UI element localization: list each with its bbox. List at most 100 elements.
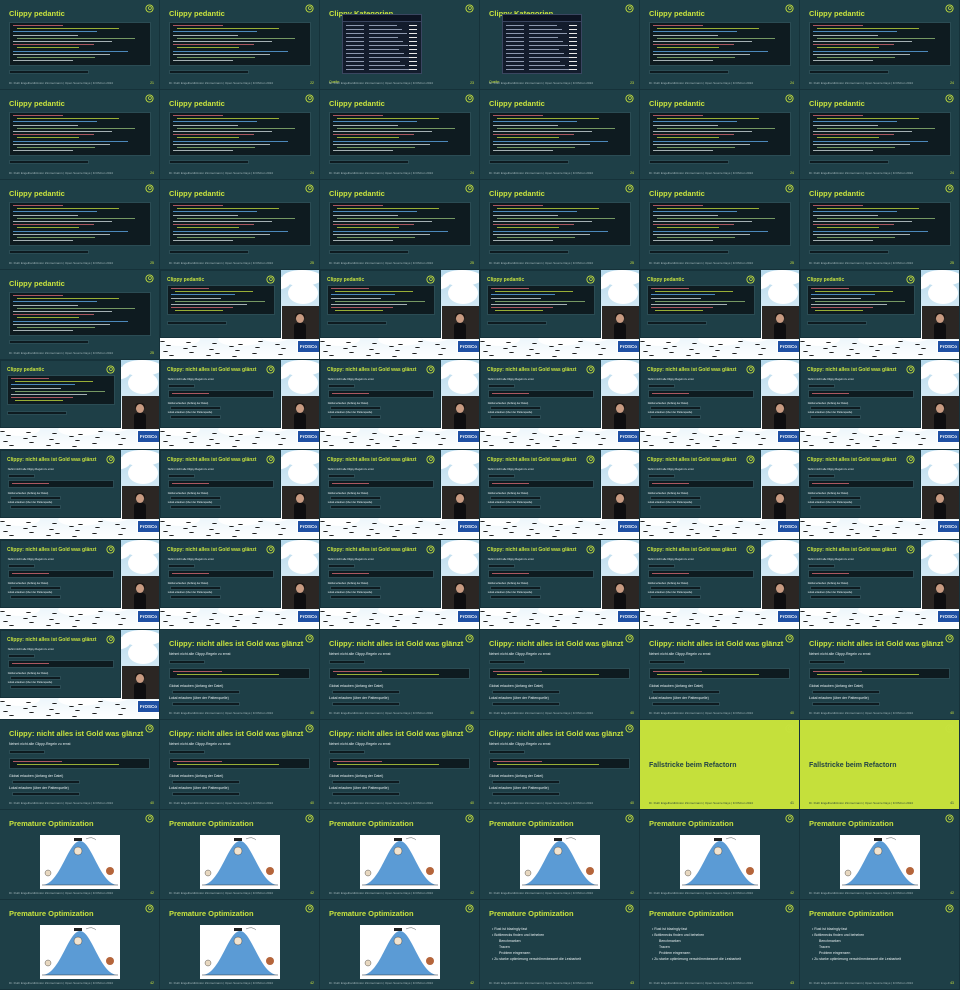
slide-thumbnail[interactable]: FrOSCo Clippy: nicht alles ist Gold was g… [800, 540, 960, 630]
slide-footer: Dr. Ruth Engelhardt/Anton Zimmermann | O… [489, 261, 593, 265]
slide-thumbnail[interactable]: Premature Optimization Dr. Ruth Engelhard… [160, 810, 320, 900]
slide-thumbnail[interactable]: FrOSCo Clippy: nicht alles ist Gold was g… [480, 360, 640, 450]
slide-thumbnail[interactable]: FrOSCo Clippy: nicht alles ist Gold was g… [800, 360, 960, 450]
conference-logo-icon [465, 634, 474, 643]
slide-thumbnail[interactable]: FrOSCo Clippy pedantic [0, 360, 160, 450]
bird-icon [349, 442, 354, 444]
slide-thumbnail[interactable]: Clippy pedantic Dr. Ruth Engelhardt/Anton… [0, 90, 160, 180]
bird-icon [252, 623, 257, 625]
slide-thumbnail[interactable]: Clippy: nicht alles ist Gold was glänzt N… [0, 720, 160, 810]
slide-thumbnail[interactable]: FrOSCo Clippy pedantic [480, 270, 640, 360]
inline-code [809, 250, 889, 254]
slide-thumbnail[interactable]: Premature Optimization Dr. Ruth Engelhard… [640, 810, 800, 900]
slide-thumbnail[interactable]: FrOSCo Clippy: nicht alles ist Gold was g… [800, 450, 960, 540]
birds-silhouette [480, 338, 639, 359]
code-line [493, 150, 553, 152]
slide-thumbnail[interactable]: Clippy: nicht alles ist Gold was glänzt N… [800, 630, 960, 720]
slide-thumbnail[interactable]: FrOSCo Clippy: nicht alles ist Gold was g… [320, 450, 480, 540]
slide-thumbnail[interactable]: Clippy: nicht alles ist Gold was glänzt N… [320, 720, 480, 810]
slide-thumbnail[interactable]: FrOSCo Clippy: nicht alles ist Gold was g… [0, 540, 160, 630]
slide-thumbnail[interactable]: Clippy pedantic Dr. Ruth Engelhardt/Anton… [480, 90, 640, 180]
slide-thumbnail[interactable]: Premature Optimization Dr. Ruth Engelhard… [320, 900, 480, 990]
slide-thumbnail[interactable]: FrOSCo Clippy: nicht alles ist Gold was g… [0, 450, 160, 540]
slide-thumbnail[interactable]: FrOSCo Clippy pedantic [800, 270, 960, 360]
slide-thumbnail[interactable]: Fallstricke beim Refactorn Dr. Ruth Engel… [800, 720, 960, 810]
slide-thumbnail[interactable]: FrOSCo Clippy pedantic [160, 270, 320, 360]
slide-thumbnail[interactable]: Clippy KategorienQuelle:Dr. Ruth Engelha… [480, 0, 640, 90]
slide-thumbnail[interactable]: Clippy: nicht alles ist Gold was glänzt N… [640, 630, 800, 720]
slide-thumbnail[interactable]: Clippy pedantic Dr. Ruth Engelhardt/Anton… [160, 180, 320, 270]
code-line [813, 233, 910, 235]
slide-thumbnail[interactable]: Clippy pedantic Dr. Ruth Engelhardt/Anton… [640, 90, 800, 180]
slide-thumbnail[interactable]: Premature Optimization Dr. Ruth Engelhard… [480, 810, 640, 900]
slide-thumbnail[interactable]: FrOSCo Clippy: nicht alles ist Gold was g… [640, 360, 800, 450]
slide-thumbnail[interactable]: Clippy: nicht alles ist Gold was glänzt N… [160, 630, 320, 720]
slide-thumbnail[interactable]: Fallstricke beim Refactorn Dr. Ruth Engel… [640, 720, 800, 810]
slide-thumbnail[interactable]: Clippy pedantic Dr. Ruth Engelhardt/Anton… [320, 180, 480, 270]
slide-thumbnail[interactable]: Premature Optimization Dr. Ruth Engelhard… [0, 900, 160, 990]
slide-thumbnail[interactable]: FrOSCo Clippy: nicht alles ist Gold was g… [320, 540, 480, 630]
slide-thumbnail[interactable]: Clippy pedantic Dr. Ruth Engelhardt/Anton… [0, 180, 160, 270]
bird-icon [206, 445, 211, 447]
slide-thumbnail[interactable]: Clippy pedantic Dr. Ruth Engelhardt/Anton… [800, 90, 960, 180]
slide-thumbnail[interactable]: Clippy pedantic Dr. Ruth Engelhardt/Anton… [640, 180, 800, 270]
code-line [177, 237, 256, 238]
slide-thumbnail[interactable]: Premature Optimization • Rust ist blazing… [800, 900, 960, 990]
conference-logo-icon [426, 545, 435, 554]
table-cell [346, 41, 364, 42]
table-cell [346, 25, 364, 26]
slide-thumbnail[interactable]: Clippy KategorienQuelle:Dr. Ruth Engelha… [320, 0, 480, 90]
inline-code [810, 415, 861, 419]
slide-thumbnail[interactable]: Clippy pedantic Dr. Ruth Engelhardt/Anton… [0, 0, 160, 90]
slide-thumbnail[interactable]: Clippy: nicht alles ist Gold was glänzt N… [480, 720, 640, 810]
slide-thumbnail[interactable]: FrOSCo Clippy: nicht alles ist Gold was g… [320, 360, 480, 450]
bird-icon [649, 445, 654, 447]
code-line [177, 47, 240, 49]
slide-thumbnail[interactable]: FrOSCo Clippy pedantic [320, 270, 480, 360]
code-block [649, 112, 791, 156]
bird-icon [186, 612, 191, 614]
slide-thumbnail[interactable]: FrOSCo Clippy: nicht alles ist Gold was g… [0, 630, 160, 720]
slide-thumbnail[interactable]: Clippy pedantic Dr. Ruth Engelhardt/Anton… [480, 180, 640, 270]
slide-thumbnail[interactable]: FrOSCo Clippy: nicht alles ist Gold was g… [160, 450, 320, 540]
bird-icon [878, 614, 883, 616]
slide-thumbnail[interactable]: Clippy pedantic Dr. Ruth Engelhardt/Anton… [160, 0, 320, 90]
slide-thumbnail[interactable]: Premature Optimization Dr. Ruth Engelhard… [800, 810, 960, 900]
slide-thumbnail[interactable]: Clippy pedantic Dr. Ruth Engelhardt/Anton… [320, 90, 480, 180]
slide-thumbnail[interactable]: Clippy pedantic Dr. Ruth Engelhardt/Anton… [160, 90, 320, 180]
slide-thumbnail[interactable]: Clippy pedantic Dr. Ruth Engelhardt/Anton… [0, 270, 160, 360]
slide-thumbnail[interactable]: FrOSCo Clippy: nicht alles ist Gold was g… [160, 360, 320, 450]
speaker-head [936, 494, 944, 503]
slide-thumbnail[interactable]: Clippy: nicht alles ist Gold was glänzt N… [480, 630, 640, 720]
slide-thumbnail[interactable]: Premature Optimization Dr. Ruth Engelhard… [320, 810, 480, 900]
slide-thumbnail[interactable]: Clippy pedantic Dr. Ruth Engelhardt/Anton… [800, 0, 960, 90]
slide-thumbnail[interactable]: FrOSCo Clippy pedantic [640, 270, 800, 360]
table-cell [369, 57, 409, 58]
slide-thumbnail[interactable]: Clippy: nicht alles ist Gold was glänzt N… [320, 630, 480, 720]
slide-title: Clippy: nicht alles ist Gold was glänzt [167, 547, 257, 553]
bird-icon [75, 530, 80, 532]
slide-thumbnail[interactable]: FrOSCo Clippy: nicht alles ist Gold was g… [160, 540, 320, 630]
slide-thumbnail[interactable]: Premature Optimization • Rust ist blazing… [640, 900, 800, 990]
bird-icon [212, 343, 217, 345]
slide-thumbnail[interactable]: FrOSCo Clippy: nicht alles ist Gold was g… [640, 540, 800, 630]
speaker-body [934, 413, 946, 429]
slide-thumbnail[interactable]: Premature Optimization Dr. Ruth Engelhard… [0, 810, 160, 900]
bird-icon [95, 707, 100, 709]
slide-thumbnail[interactable]: FrOSCo Clippy: nicht alles ist Gold was g… [480, 450, 640, 540]
table-cell [569, 57, 577, 58]
slide-thumbnail[interactable]: Clippy pedantic Dr. Ruth Engelhardt/Anton… [640, 0, 800, 90]
slide-thumbnail[interactable]: Premature Optimization • Rust ist blazing… [480, 900, 640, 990]
slide-thumbnail[interactable]: Premature Optimization Dr. Ruth Engelhard… [160, 900, 320, 990]
code-line [335, 300, 425, 302]
bird-icon [192, 526, 197, 528]
slide-thumbnail[interactable]: Clippy: nicht alles ist Gold was glänzt N… [160, 720, 320, 810]
bird-icon [689, 439, 694, 441]
slide-thumbnail[interactable]: FrOSCo Clippy: nicht alles ist Gold was g… [480, 540, 640, 630]
code-line [813, 205, 863, 206]
bird-icon [692, 433, 697, 435]
slide-thumbnail[interactable]: FrOSCo Clippy: nicht alles ist Gold was g… [640, 450, 800, 540]
slide-thumbnail[interactable]: Clippy pedantic Dr. Ruth Engelhardt/Anton… [800, 180, 960, 270]
code-line [813, 44, 894, 46]
bird-icon [183, 438, 188, 440]
